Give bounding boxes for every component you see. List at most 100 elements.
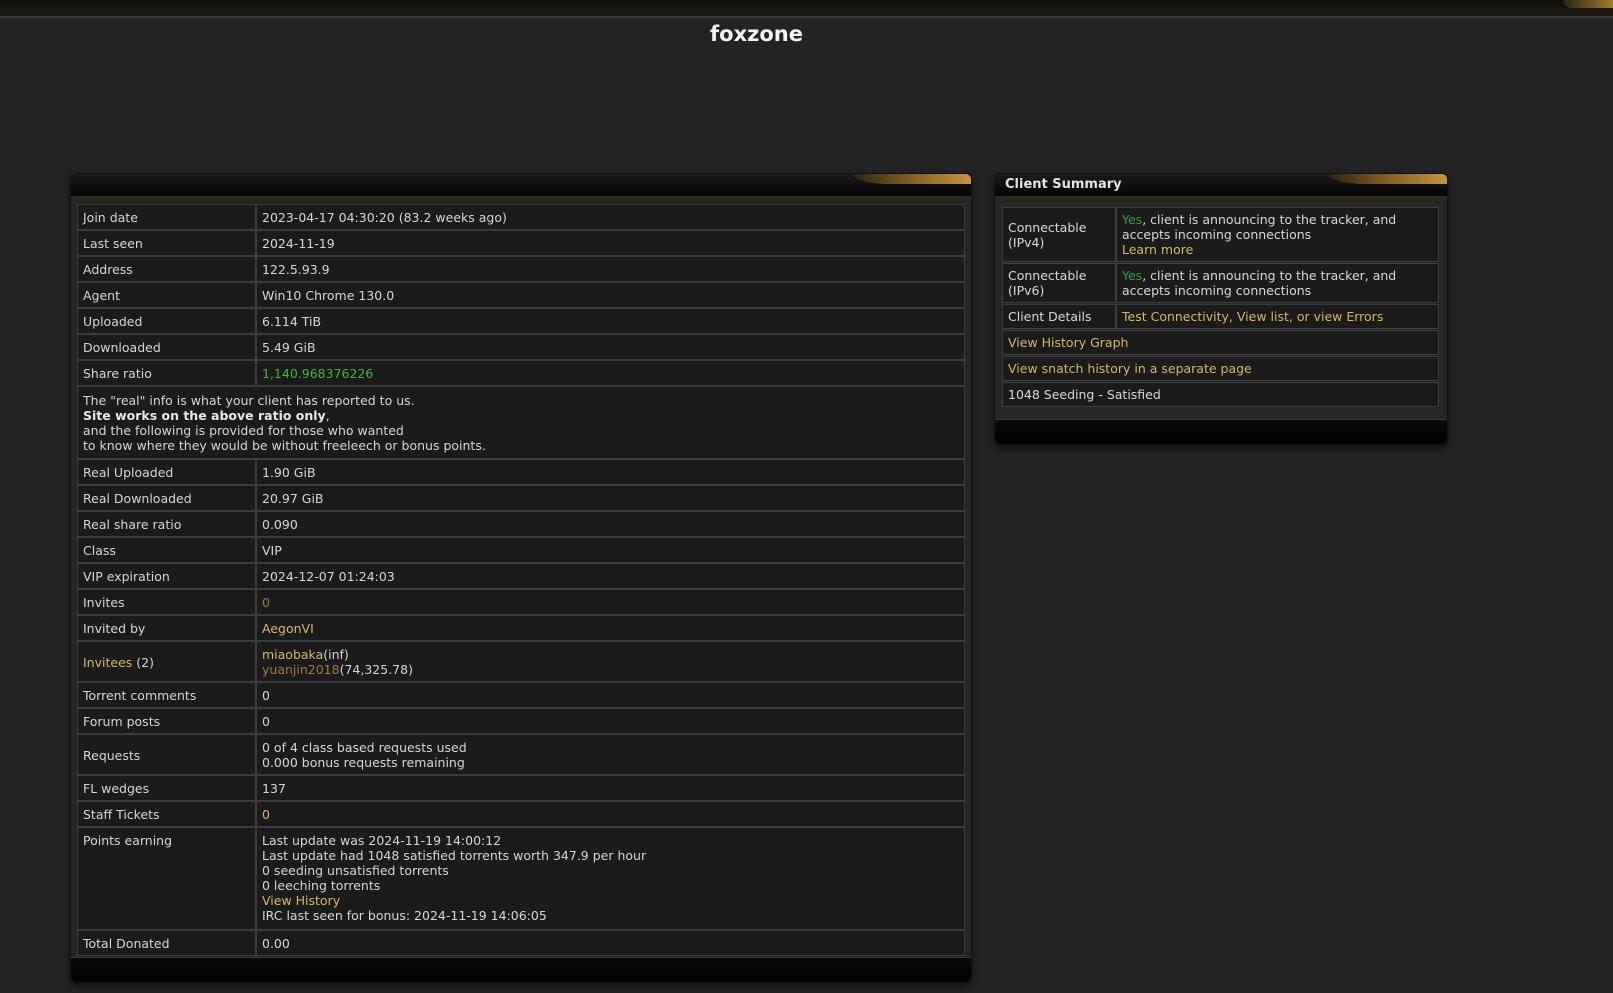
header-swoosh-decoration xyxy=(1329,174,1447,184)
staff-tickets-link[interactable]: 0 xyxy=(262,807,270,822)
snatch-history-link[interactable]: View snatch history in a separate page xyxy=(1008,361,1252,376)
real-downloaded-value: 20.97 GiB xyxy=(256,485,965,511)
connectable-ipv4-value: Yes, client is announcing to the tracker… xyxy=(1116,207,1439,262)
inviter-link[interactable]: AegonVI xyxy=(262,621,314,636)
vip-expiration-value: 2024-12-07 01:24:03 xyxy=(256,563,965,589)
uploaded-value: 6.114 TiB xyxy=(256,308,965,334)
row-label: Uploaded xyxy=(77,308,256,334)
notice-line: and the following is provided for those … xyxy=(83,423,404,438)
yes-status: Yes xyxy=(1122,268,1143,283)
row-label: Invites xyxy=(77,589,256,615)
table-row: Invitees (2) miaobaka(inf) yuanjin2018(7… xyxy=(77,641,965,682)
history-graph-cell: View History Graph xyxy=(1002,330,1439,355)
last-seen-value: 2024-11-19 xyxy=(256,230,965,256)
top-swoosh-decoration xyxy=(1563,0,1613,8)
table-row: Client Details Test Connectivity, View l… xyxy=(1002,304,1439,329)
table-row: Torrent comments 0 xyxy=(77,682,965,708)
table-row: Points earning Last update was 2024-11-1… xyxy=(77,827,965,930)
points-line: Last update had 1048 satisfied torrents … xyxy=(262,848,647,863)
ratio-notice-row: The "real" info is what your client has … xyxy=(77,386,965,459)
client-summary-table: Connectable (IPv4) Yes, client is announ… xyxy=(1002,206,1439,408)
connectable-ipv4-label: Connectable (IPv4) xyxy=(1002,207,1116,262)
class-value: VIP xyxy=(256,537,965,563)
torrent-comments-value: 0 xyxy=(256,682,965,708)
forum-posts-value: 0 xyxy=(256,708,965,734)
points-line: Last update was 2024-11-19 14:00:12 xyxy=(262,833,502,848)
invited-by-value: AegonVI xyxy=(256,615,965,641)
row-label: Real Downloaded xyxy=(77,485,256,511)
profile-panel: Join date 2023-04-17 04:30:20 (83.2 week… xyxy=(70,173,972,983)
list-item: miaobaka(inf) xyxy=(262,647,958,662)
learn-more-link[interactable]: Learn more xyxy=(1122,242,1193,257)
requests-value: 0 of 4 class based requests used 0.000 b… xyxy=(256,734,965,775)
test-connectivity-link[interactable]: Test Connectivity xyxy=(1122,309,1229,324)
view-list-link[interactable]: View list xyxy=(1237,309,1289,324)
invitees-link[interactable]: Invitees xyxy=(83,655,132,670)
table-row: Requests 0 of 4 class based requests use… xyxy=(77,734,965,775)
row-label: Torrent comments xyxy=(77,682,256,708)
invitee-link[interactable]: miaobaka xyxy=(262,647,323,662)
invites-value: 0 xyxy=(256,589,965,615)
connectable-ipv6-label: Connectable (IPv6) xyxy=(1002,263,1116,303)
table-row: Staff Tickets 0 xyxy=(77,801,965,827)
header-swoosh-decoration xyxy=(853,174,971,184)
table-row: Connectable (IPv4) Yes, client is announ… xyxy=(1002,207,1439,262)
table-row: Real Downloaded 20.97 GiB xyxy=(77,485,965,511)
row-label: Share ratio xyxy=(77,360,256,386)
table-row: Invites 0 xyxy=(77,589,965,615)
share-ratio-number: 1,140.968376226 xyxy=(262,366,374,381)
row-label: Agent xyxy=(77,282,256,308)
snatch-history-cell: View snatch history in a separate page xyxy=(1002,356,1439,381)
view-history-link[interactable]: View History xyxy=(262,893,340,908)
points-line: View History xyxy=(262,893,958,908)
real-uploaded-value: 1.90 GiB xyxy=(256,459,965,485)
separator: , xyxy=(1228,309,1237,324)
view-errors-link[interactable]: view Errors xyxy=(1314,309,1384,324)
top-bar xyxy=(0,0,1613,18)
points-earning-value: Last update was 2024-11-19 14:00:12 Last… xyxy=(256,827,965,930)
profile-table: Join date 2023-04-17 04:30:20 (83.2 week… xyxy=(77,204,965,956)
row-label: Staff Tickets xyxy=(77,801,256,827)
table-row: Connectable (IPv6) Yes, client is announ… xyxy=(1002,263,1439,303)
table-row: VIP expiration 2024-12-07 01:24:03 xyxy=(77,563,965,589)
table-row: Share ratio 1,140.968376226 xyxy=(77,360,965,386)
row-label: Join date xyxy=(77,204,256,230)
client-summary-panel: Client Summary Connectable (IPv4) Yes, c… xyxy=(994,173,1448,445)
address-value: 122.5.93.9 xyxy=(256,256,965,282)
table-row: Uploaded 6.114 TiB xyxy=(77,308,965,334)
client-summary-title: Client Summary xyxy=(1005,177,1122,192)
table-row: Agent Win10 Chrome 130.0 xyxy=(77,282,965,308)
client-details-value: Test Connectivity, View list, or view Er… xyxy=(1116,304,1439,329)
row-label: Real Uploaded xyxy=(77,459,256,485)
yes-status: Yes xyxy=(1122,212,1143,227)
table-row: Last seen 2024-11-19 xyxy=(77,230,965,256)
points-line: 0 seeding unsatisfied torrents xyxy=(262,863,449,878)
table-row: Join date 2023-04-17 04:30:20 (83.2 week… xyxy=(77,204,965,230)
notice-line: The "real" info is what your client has … xyxy=(83,393,415,408)
table-row: Class VIP xyxy=(77,537,965,563)
row-label: Class xyxy=(77,537,256,563)
ipv6-text: , client is announcing to the tracker, a… xyxy=(1122,268,1397,298)
view-history-graph-link[interactable]: View History Graph xyxy=(1008,335,1128,350)
staff-tickets-value: 0 xyxy=(256,801,965,827)
invitee-ratio: (74,325.78) xyxy=(339,662,413,677)
table-row: Real share ratio 0.090 xyxy=(77,511,965,537)
connectable-ipv6-value: Yes, client is announcing to the tracker… xyxy=(1116,263,1439,303)
invitees-label-cell: Invitees (2) xyxy=(77,641,256,682)
row-label: Downloaded xyxy=(77,334,256,360)
invitees-list: miaobaka(inf) yuanjin2018(74,325.78) xyxy=(256,641,965,682)
row-label: Last seen xyxy=(77,230,256,256)
row-label: Real share ratio xyxy=(77,511,256,537)
table-row: 1048 Seeding - Satisfied xyxy=(1002,382,1439,407)
invites-link[interactable]: 0 xyxy=(262,595,270,610)
table-row: Forum posts 0 xyxy=(77,708,965,734)
invitee-ratio: (inf) xyxy=(323,647,349,662)
table-row: Total Donated 0.00 xyxy=(77,930,965,956)
row-label: FL wedges xyxy=(77,775,256,801)
seeding-status: 1048 Seeding - Satisfied xyxy=(1002,382,1439,407)
real-share-ratio-value: 0.090 xyxy=(256,511,965,537)
invitee-link[interactable]: yuanjin2018 xyxy=(262,662,340,677)
table-row: Real Uploaded 1.90 GiB xyxy=(77,459,965,485)
join-date-value: 2023-04-17 04:30:20 (83.2 weeks ago) xyxy=(256,204,965,230)
requests-line: 0 of 4 class based requests used xyxy=(262,740,467,755)
